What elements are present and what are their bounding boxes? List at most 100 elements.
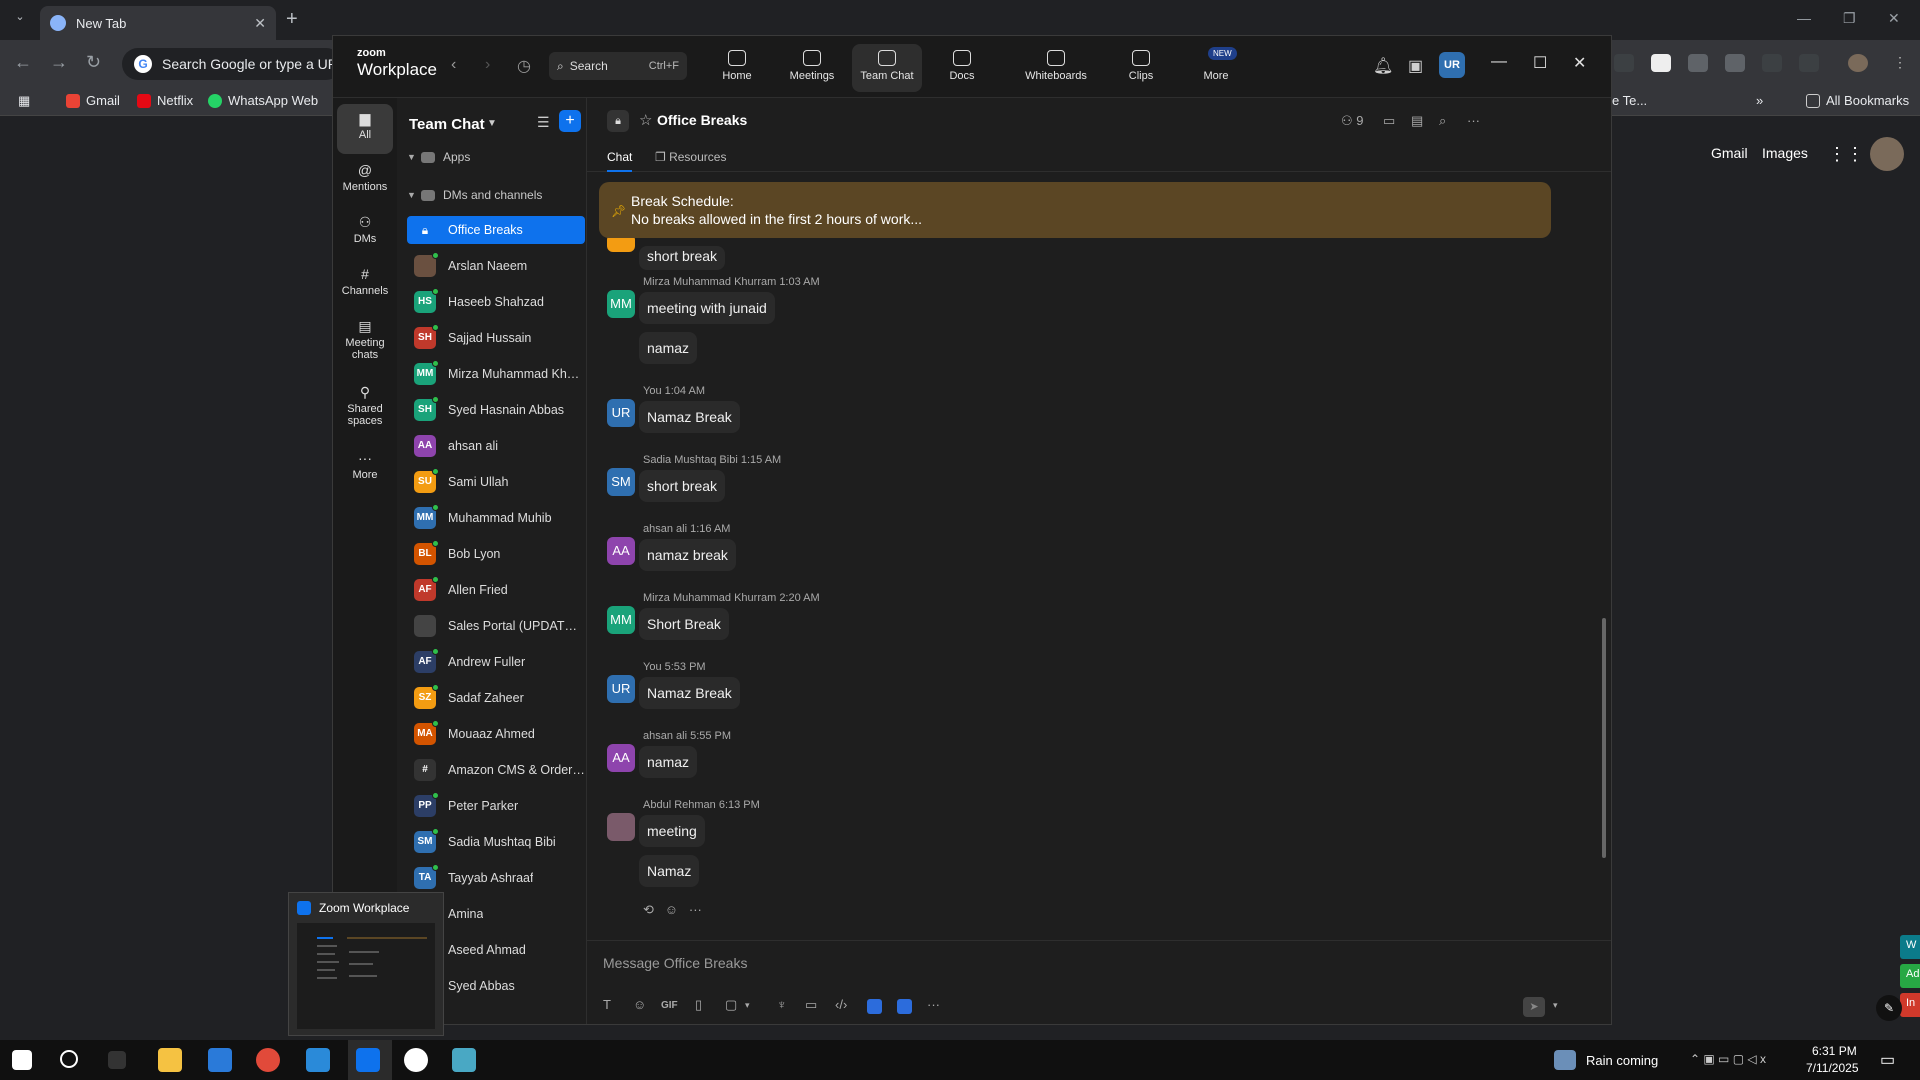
all-bookmarks[interactable]: All Bookmarks bbox=[1806, 93, 1909, 108]
user-avatar[interactable]: UR bbox=[1439, 52, 1465, 78]
chevron-down-icon[interactable]: ▾ bbox=[1553, 1000, 1558, 1011]
app-icon[interactable] bbox=[897, 999, 912, 1014]
avatar[interactable]: AA bbox=[607, 744, 635, 772]
minimize-icon[interactable]: — bbox=[1797, 10, 1811, 26]
forward-icon[interactable]: › bbox=[485, 56, 490, 74]
contact-item[interactable]: SU Sami Ullah bbox=[407, 468, 585, 496]
restore-icon[interactable]: ❐ bbox=[1843, 10, 1856, 27]
apps-grid-icon[interactable]: ▦ bbox=[18, 93, 30, 109]
avatar[interactable]: SM bbox=[607, 468, 635, 496]
calendar-icon[interactable]: ▣ bbox=[1408, 56, 1423, 76]
gif-icon[interactable]: GIF bbox=[661, 1000, 678, 1011]
avatar[interactable]: UR bbox=[607, 399, 635, 427]
browser-tab[interactable]: New Tab ✕ bbox=[40, 6, 276, 40]
search-icon[interactable] bbox=[60, 1050, 78, 1068]
search-input[interactable]: ⌕ Search Ctrl+F bbox=[549, 52, 687, 80]
message-bubble[interactable]: Namaz Break bbox=[639, 677, 740, 709]
tab-team-chat[interactable]: Team Chat bbox=[852, 44, 922, 92]
star-icon[interactable]: ☆ bbox=[639, 111, 652, 129]
tab-meetings[interactable]: Meetings bbox=[777, 44, 847, 92]
side-tag[interactable]: W bbox=[1900, 935, 1920, 959]
side-tag[interactable]: In bbox=[1900, 993, 1920, 1017]
chrome-icon[interactable] bbox=[256, 1048, 280, 1072]
chevron-down-icon[interactable]: ▼ bbox=[487, 118, 497, 129]
message-bubble[interactable]: Namaz bbox=[639, 855, 700, 887]
tab-chat[interactable]: Chat bbox=[607, 150, 633, 172]
contact-item[interactable]: MA Mouaaz Ahmed bbox=[407, 720, 585, 748]
extension-icon[interactable] bbox=[1725, 54, 1745, 72]
rail-mentions[interactable]: @ Mentions bbox=[337, 156, 393, 206]
images-link[interactable]: Images bbox=[1762, 145, 1808, 161]
rail-channels[interactable]: # Channels bbox=[337, 260, 393, 310]
rail-more[interactable]: ··· More bbox=[337, 444, 393, 494]
filter-icon[interactable]: ☰ bbox=[537, 114, 550, 131]
contact-item[interactable]: SM Sadia Mushtaq Bibi bbox=[407, 828, 585, 856]
task-view-icon[interactable] bbox=[108, 1051, 126, 1069]
forward-icon[interactable]: → bbox=[50, 52, 68, 73]
tab-whiteboards[interactable]: Whiteboards bbox=[1011, 44, 1101, 92]
message-composer[interactable]: Message Office Breaks T ☺ GIF ▯ ▢ ▾ ♆ ▭ … bbox=[587, 940, 1611, 1024]
kebab-menu-icon[interactable]: ⋮ bbox=[1890, 54, 1910, 72]
send-icon[interactable]: ➤ bbox=[1523, 997, 1545, 1017]
pinned-message[interactable]: 📌︎ Break Schedule: No breaks allowed in … bbox=[599, 182, 1551, 238]
back-icon[interactable]: ← bbox=[14, 52, 32, 73]
back-icon[interactable]: ‹ bbox=[451, 56, 456, 74]
app-icon[interactable] bbox=[867, 999, 882, 1014]
extension-icon[interactable] bbox=[1651, 54, 1671, 72]
message-bubble[interactable]: Short Break bbox=[639, 608, 729, 640]
video-call-icon[interactable]: ▭ bbox=[1383, 113, 1395, 129]
contact-item[interactable]: AF Allen Fried bbox=[407, 576, 585, 604]
emoji-icon[interactable]: ☺ bbox=[633, 997, 646, 1012]
gmail-link[interactable]: Gmail bbox=[1711, 145, 1748, 161]
contact-item[interactable]: TA Tayyab Ashraaf bbox=[407, 864, 585, 892]
microphone-icon[interactable]: ♆ bbox=[777, 997, 787, 1012]
message-bubble[interactable]: meeting with junaid bbox=[639, 292, 775, 324]
rail-shared-spaces[interactable]: ⚲ Shared spaces bbox=[337, 378, 393, 436]
tab-list-chevron-icon[interactable]: ⌄ bbox=[8, 10, 32, 30]
file-explorer-icon[interactable] bbox=[158, 1048, 182, 1072]
avatar[interactable] bbox=[607, 813, 635, 841]
rail-dms[interactable]: ⚇ DMs bbox=[337, 208, 393, 258]
contact-item[interactable]: SH Sajjad Hussain bbox=[407, 324, 585, 352]
minimize-icon[interactable]: — bbox=[1491, 53, 1507, 71]
customize-pencil-icon[interactable]: ✎ bbox=[1876, 995, 1902, 1021]
notification-center-icon[interactable]: ▭ bbox=[1880, 1050, 1895, 1070]
contact-item[interactable]: SH Syed Hasnain Abbas bbox=[407, 396, 585, 424]
tab-docs[interactable]: Docs bbox=[927, 44, 997, 92]
contact-item[interactable]: PP Peter Parker bbox=[407, 792, 585, 820]
search-icon[interactable]: ⌕ bbox=[1439, 113, 1446, 129]
avatar[interactable]: UR bbox=[607, 675, 635, 703]
profile-avatar[interactable] bbox=[1848, 54, 1868, 72]
clock-date[interactable]: 7/11/2025 bbox=[1806, 1061, 1859, 1075]
extension-icon[interactable] bbox=[1688, 54, 1708, 72]
video-message-icon[interactable]: ▭ bbox=[805, 997, 817, 1013]
notification-bell-icon[interactable]: 🔔︎ bbox=[1373, 56, 1393, 76]
history-icon[interactable]: ◷ bbox=[517, 56, 531, 76]
extension-icon[interactable] bbox=[1614, 54, 1634, 72]
channel-item-active[interactable]: 🔒︎ Office Breaks bbox=[407, 216, 585, 244]
contact-item[interactable]: Arslan Naeem bbox=[407, 252, 585, 280]
extension-icon[interactable] bbox=[1762, 54, 1782, 72]
chat-list-title[interactable]: Team Chat bbox=[409, 116, 485, 133]
rail-all[interactable]: ▆ All bbox=[337, 104, 393, 154]
section-apps[interactable]: ▼ Apps bbox=[407, 150, 470, 164]
contact-item[interactable]: BL Bob Lyon bbox=[407, 540, 585, 568]
code-icon[interactable]: ‹/› bbox=[835, 997, 847, 1012]
contact-item[interactable]: MM Muhammad Muhib bbox=[407, 504, 585, 532]
message-bubble[interactable]: namaz bbox=[639, 746, 698, 778]
chevron-down-icon[interactable]: ▾ bbox=[745, 1000, 750, 1011]
maximize-icon[interactable]: ☐ bbox=[1533, 53, 1547, 73]
contact-item[interactable]: SZ Sadaf Zaheer bbox=[407, 684, 585, 712]
bookmark-partial[interactable]: e Te... bbox=[1612, 93, 1647, 108]
close-icon[interactable]: ✕ bbox=[1888, 10, 1900, 27]
tab-home[interactable]: Home bbox=[702, 44, 772, 92]
google-apps-icon[interactable]: ⋮⋮⋮ bbox=[1828, 144, 1882, 164]
app-icon[interactable] bbox=[452, 1048, 476, 1072]
calendar-icon[interactable]: ▤ bbox=[1411, 113, 1423, 129]
app-icon[interactable] bbox=[404, 1048, 428, 1072]
tab-resources[interactable]: ❐ Resources bbox=[655, 150, 726, 164]
more-options-icon[interactable]: ··· bbox=[927, 997, 940, 1012]
bookmark-whatsapp[interactable]: WhatsApp Web bbox=[208, 93, 318, 108]
message-bubble[interactable]: Namaz Break bbox=[639, 401, 740, 433]
message-bubble[interactable]: meeting bbox=[639, 815, 705, 847]
